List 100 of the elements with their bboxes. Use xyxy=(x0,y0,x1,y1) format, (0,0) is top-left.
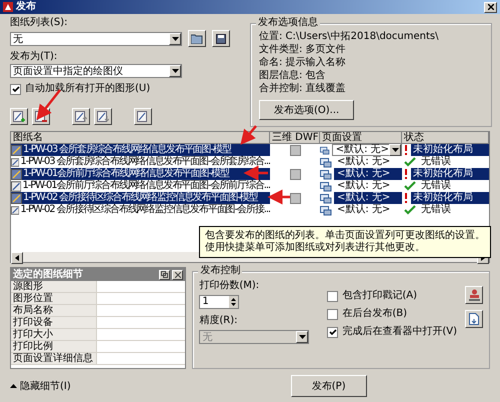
check-icon xyxy=(12,86,20,92)
annotation-arrow xyxy=(240,125,257,145)
field-label: 打印份数(M): xyxy=(199,280,260,292)
copy-button[interactable] xyxy=(159,270,170,280)
stamp-settings-button[interactable] xyxy=(465,286,483,304)
detail-label: 打印大小 xyxy=(11,329,97,340)
sheet-up-icon xyxy=(75,110,87,122)
close-panel-button[interactable] xyxy=(172,270,184,280)
layout-sheet-icon xyxy=(11,204,20,216)
checkbox[interactable] xyxy=(327,290,338,302)
view-file-button[interactable] xyxy=(465,310,483,328)
page-setup-icon xyxy=(320,204,332,216)
annotation-arrow xyxy=(244,166,268,180)
checkbox[interactable] xyxy=(327,308,338,320)
tooltip: 包含要发布的图纸的列表。单击页面设置列可更改图纸的设置。 使用快捷菜单可添加图纸或对列表进行其他更改。 xyxy=(199,226,491,258)
sheet-list-dropdown[interactable]: 无 xyxy=(10,32,182,46)
checkbox[interactable] xyxy=(10,84,21,94)
status-text: 无错误 xyxy=(420,156,452,168)
checkbox-label: 包含打印戳记(A) xyxy=(342,290,417,302)
model-sheet-icon xyxy=(11,192,22,204)
info-line: 位置: C:\Users\中拓2018\documents\ xyxy=(259,30,440,43)
close-button[interactable] xyxy=(484,2,497,12)
move-down-button[interactable] xyxy=(94,108,112,125)
info-line: 图层信息: 包含 xyxy=(259,69,327,82)
page-setup-value[interactable]: <默认: 无> xyxy=(334,204,402,216)
sheet-down-icon xyxy=(97,110,109,122)
save-button[interactable] xyxy=(212,30,230,47)
column-header[interactable]: 三维 DWF xyxy=(270,132,320,144)
layout-sheet-icon xyxy=(11,180,22,192)
app-icon xyxy=(3,2,13,12)
preview-button[interactable] xyxy=(134,108,152,125)
save-icon xyxy=(216,34,226,44)
page-setup-value[interactable]: <默认: 无> xyxy=(334,192,402,204)
sheet-plus-icon xyxy=(13,110,25,122)
sheet-name[interactable]: 1-PW-01会所前厅综合布线网络信息发布平面图-会所前厅综合... xyxy=(11,180,270,192)
sheet-name[interactable]: 1-PW-02 会所接待区综合布线网络监控信息发布平面图-模型 xyxy=(11,192,270,204)
scroll-left-icon xyxy=(15,255,19,261)
window-title: 发布 xyxy=(16,1,37,13)
page-setup-icon xyxy=(320,192,332,204)
checkbox-label: 完成后在查看器中打开(V) xyxy=(342,326,457,338)
sheet-name[interactable]: 1-PW-01会所前厅综合布线网络信息发布平面图-模型 xyxy=(11,168,270,180)
panel-title: 选定的图纸细节 xyxy=(13,268,84,280)
publish-button[interactable]: 发布(P) xyxy=(290,375,367,397)
info-line: 文件类型: 多页文件 xyxy=(259,43,347,56)
dwf-checkbox[interactable] xyxy=(290,144,300,156)
dropdown-arrow-icon xyxy=(392,148,398,152)
publish-options-button[interactable]: 发布选项(O)... xyxy=(259,100,354,120)
page-setup-icon xyxy=(320,144,330,156)
status-text: 未初始化布局 xyxy=(411,144,489,156)
info-line: 命名: 提示输入名称 xyxy=(259,56,347,69)
hide-details-toggle[interactable]: 隐藏细节(I) xyxy=(10,379,71,393)
sheet-preview-icon xyxy=(137,110,149,122)
checkbox[interactable] xyxy=(327,326,338,338)
page-setup-value[interactable]: <默认: 无> xyxy=(334,168,402,180)
field-label: 图纸列表(S): xyxy=(10,17,69,29)
detail-label: 图形位置 xyxy=(11,293,97,304)
publish-to-dropdown[interactable]: 页面设置中指定的绘图仪 xyxy=(10,64,182,78)
group-title: 发布选项信息 xyxy=(256,17,320,29)
field-label: 精度(R): xyxy=(199,315,238,327)
model-sheet-icon xyxy=(11,144,22,156)
load-sheet-list-button[interactable] xyxy=(188,30,206,47)
model-sheet-icon xyxy=(11,168,22,180)
page-setup-icon xyxy=(320,180,332,192)
close-icon xyxy=(488,4,494,10)
add-sheet-button[interactable] xyxy=(10,108,28,125)
detail-label: 源图形 xyxy=(11,281,97,292)
sheet-name[interactable]: 1-PW-02 会所接待区综合布线网络监控信息发布平面图-会所接... xyxy=(11,204,270,216)
detail-label: 打印比例 xyxy=(11,341,97,352)
move-up-button[interactable] xyxy=(72,108,90,125)
stamp-icon xyxy=(468,289,480,301)
detail-label: 打印设备 xyxy=(11,317,97,328)
page-setup-value[interactable]: <默认: 无> xyxy=(334,180,402,192)
document-icon xyxy=(469,313,479,325)
collapse-triangle-icon xyxy=(10,384,17,388)
dropdown-arrow-icon xyxy=(298,335,306,339)
status-text: 无错误 xyxy=(420,180,452,192)
folder-icon xyxy=(191,34,203,44)
page-setup-icon xyxy=(320,168,332,180)
status-text: 无错误 xyxy=(420,204,452,216)
dropdown-arrow-icon xyxy=(172,36,178,40)
page-setup-value[interactable]: <默认: 无> xyxy=(334,156,402,168)
group-title: 发布控制 xyxy=(198,265,242,277)
page-setup-icon xyxy=(320,156,332,168)
sheet-name[interactable]: 1-PW-03 会所套房综合布线网络信息发布平面图-模型 xyxy=(11,144,270,156)
page-setup-value[interactable]: <默认: 无> xyxy=(332,144,402,156)
copies-spinner[interactable]: 1 xyxy=(199,295,240,309)
copy-icon xyxy=(161,271,168,278)
dwf-checkbox[interactable] xyxy=(290,192,300,204)
spinner-arrows-icon xyxy=(229,296,238,308)
dwf-checkbox[interactable] xyxy=(290,168,300,180)
status-text: 未初始化布局 xyxy=(411,192,489,204)
dropdown-arrow-icon xyxy=(172,69,178,73)
detail-label: 布局名称 xyxy=(11,305,97,316)
check-icon xyxy=(328,328,337,336)
info-line: 合并控制: 直线覆盖 xyxy=(259,82,347,95)
detail-label: 页面设置详细信息 xyxy=(11,353,97,364)
layout-sheet-icon xyxy=(11,156,20,168)
close-icon xyxy=(174,272,181,278)
sheet-name[interactable]: 1-PW-03 会所套房综合布线网络信息发布平面图-会所套房综合... xyxy=(11,156,270,168)
checkbox-label: 在后台发布(B) xyxy=(342,308,408,320)
